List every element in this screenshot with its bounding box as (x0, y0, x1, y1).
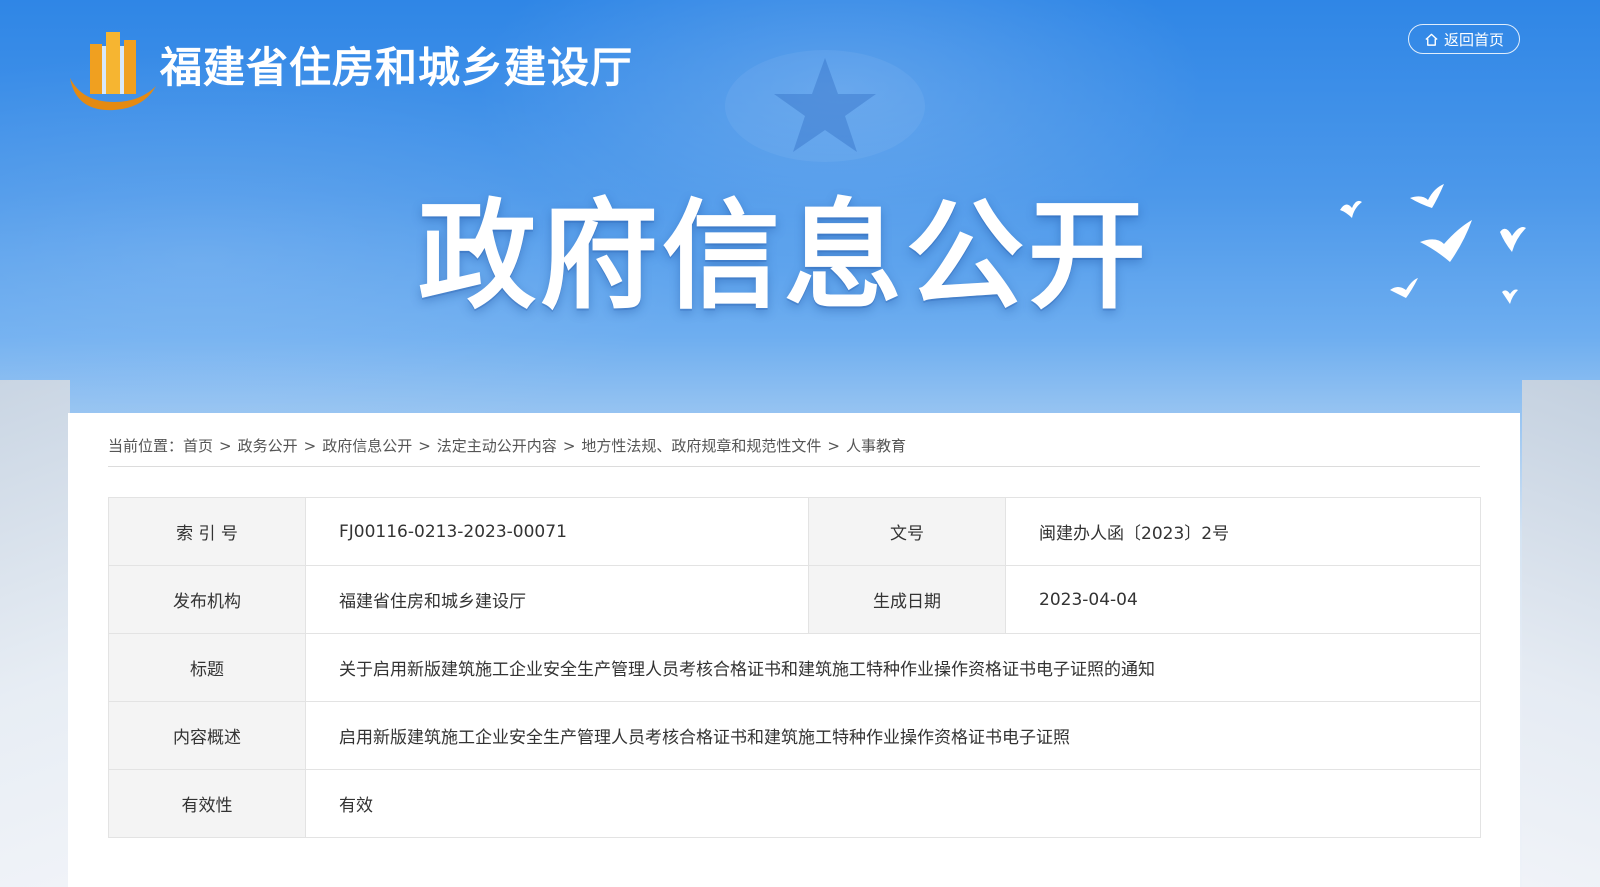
table-row: 有效性 有效 (108, 769, 1481, 838)
hero-title: 政府信息公开 (417, 187, 1150, 325)
breadcrumb-prefix: 当前位置： (108, 437, 184, 455)
validity-label: 有效性 (108, 769, 306, 838)
summary-label: 内容概述 (108, 701, 306, 770)
breadcrumb-separator: > (827, 437, 840, 455)
info-table: 索 引 号 FJ00116-0213-2023-00071 文号 闽建办人函〔2… (108, 497, 1481, 838)
publisher-value: 福建省住房和城乡建设厅 (305, 565, 809, 634)
date-value: 2023-04-04 (1005, 565, 1481, 634)
breadcrumb-separator: > (418, 437, 431, 455)
doc-number-label: 文号 (808, 497, 1006, 566)
title-label: 标题 (108, 633, 306, 702)
doc-number-value: 闽建办人函〔2023〕2号 (1005, 497, 1481, 566)
breadcrumb-separator: > (562, 437, 576, 455)
index-label: 索 引 号 (108, 497, 306, 566)
breadcrumb-personnel-education[interactable]: 人事教育 (846, 437, 906, 455)
breadcrumb-home[interactable]: 首页 (183, 437, 213, 455)
breadcrumb: 当前位置：首页 > 政务公开 > 政府信息公开 > 法定主动公开内容 > 地方性法规、政府规章和… (108, 435, 1480, 467)
content-panel: 当前位置：首页 > 政务公开 > 政府信息公开 > 法定主动公开内容 > 地方性法规、政府规章和… (68, 413, 1520, 887)
breadcrumb-statutory-content[interactable]: 法定主动公开内容 (437, 437, 557, 455)
table-row: 发布机构 福建省住房和城乡建设厅 生成日期 2023-04-04 (108, 565, 1481, 634)
date-label: 生成日期 (808, 565, 1006, 634)
breadcrumb-gov-affairs[interactable]: 政务公开 (238, 437, 298, 455)
breadcrumb-info-disclosure[interactable]: 政府信息公开 (322, 437, 412, 455)
summary-value: 启用新版建筑施工企业安全生产管理人员考核合格证书和建筑施工特种作业操作资格证书电… (305, 701, 1481, 770)
breadcrumb-regulations[interactable]: 地方性法规、政府规章和规范性文件 (581, 437, 821, 455)
validity-value: 有效 (305, 769, 1481, 838)
breadcrumb-separator: > (303, 437, 317, 455)
breadcrumb-separator: > (219, 437, 232, 455)
table-row: 索 引 号 FJ00116-0213-2023-00071 文号 闽建办人函〔2… (108, 497, 1481, 566)
publisher-label: 发布机构 (108, 565, 306, 634)
background-mountain-right (1522, 380, 1600, 887)
site-title: 福建省住房和城乡建设厅 (160, 43, 634, 92)
doves-icon (1340, 184, 1526, 304)
background-mountain-left (0, 380, 70, 887)
star-emblem-icon (725, 50, 925, 162)
table-row: 标题 关于启用新版建筑施工企业安全生产管理人员考核合格证书和建筑施工特种作业操作… (108, 633, 1481, 702)
index-value: FJ00116-0213-2023-00071 (305, 497, 809, 566)
home-button-label: 返回首页 (1443, 30, 1504, 49)
home-button[interactable]: 返回首页 (1408, 24, 1520, 54)
home-icon (1425, 33, 1438, 46)
building-emblem-icon (70, 32, 156, 111)
title-value: 关于启用新版建筑施工企业安全生产管理人员考核合格证书和建筑施工特种作业操作资格证… (305, 633, 1481, 702)
table-row: 内容概述 启用新版建筑施工企业安全生产管理人员考核合格证书和建筑施工特种作业操作… (108, 701, 1481, 770)
